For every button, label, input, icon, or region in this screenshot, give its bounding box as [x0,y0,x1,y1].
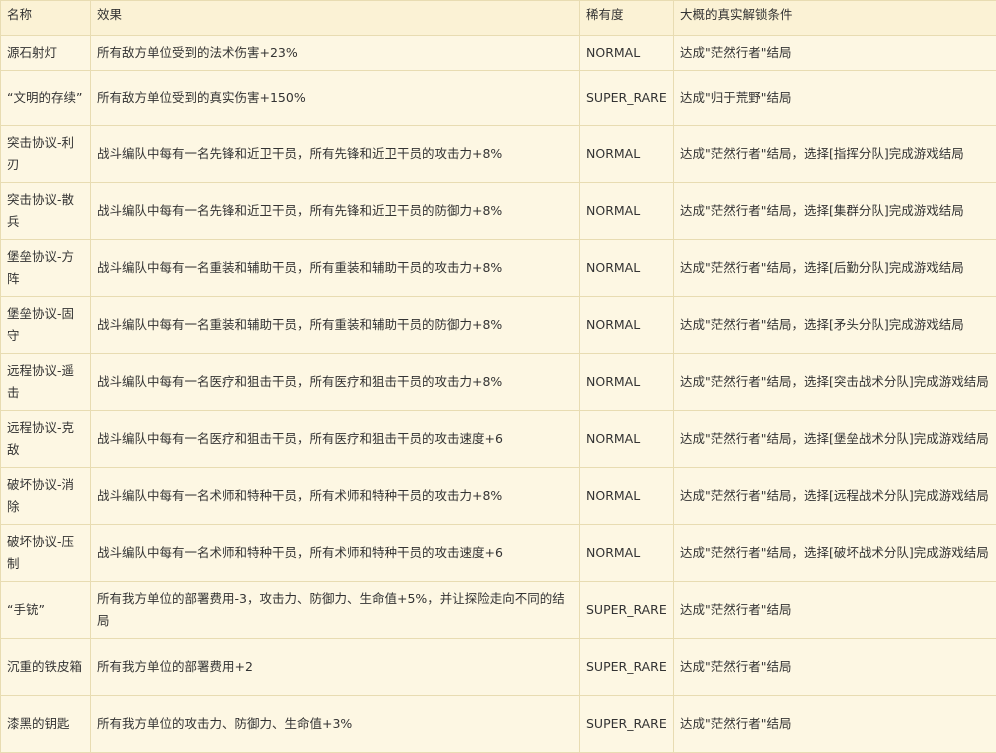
table-row: 堡垒协议-固守战斗编队中每有一名重装和辅助干员，所有重装和辅助干员的防御力+8%… [1,297,996,354]
cell-name: 突击协议-利刃 [1,126,91,183]
table-row: 沉重的铁皮箱所有我方单位的部署费用+2SUPER_RARE达成"茫然行者"结局 [1,639,996,696]
collectibles-table: 名称 效果 稀有度 大概的真实解锁条件 源石射灯所有敌方单位受到的法术伤害+23… [0,0,996,753]
cell-name: 堡垒协议-方阵 [1,240,91,297]
cell-effect: 所有我方单位的部署费用+2 [91,639,580,696]
cell-unlock-condition: 达成"茫然行者"结局，选择[远程战术分队]完成游戏结局 [674,468,996,525]
cell-unlock-condition: 达成"茫然行者"结局，选择[破坏战术分队]完成游戏结局 [674,525,996,582]
cell-unlock-condition: 达成"茫然行者"结局，选择[指挥分队]完成游戏结局 [674,126,996,183]
cell-unlock-condition: 达成"茫然行者"结局，选择[突击战术分队]完成游戏结局 [674,354,996,411]
cell-unlock-condition: 达成"茫然行者"结局 [674,582,996,639]
table-row: 突击协议-散兵战斗编队中每有一名先锋和近卫干员，所有先锋和近卫干员的防御力+8%… [1,183,996,240]
cell-name: “手铳” [1,582,91,639]
cell-unlock-condition: 达成"茫然行者"结局，选择[集群分队]完成游戏结局 [674,183,996,240]
cell-effect: 所有我方单位的部署费用-3，攻击力、防御力、生命值+5%，并让探险走向不同的结局 [91,582,580,639]
cell-name: 突击协议-散兵 [1,183,91,240]
cell-unlock-condition: 达成"茫然行者"结局 [674,696,996,753]
cell-rarity: NORMAL [580,411,674,468]
cell-effect: 战斗编队中每有一名医疗和狙击干员，所有医疗和狙击干员的攻击力+8% [91,354,580,411]
cell-effect: 战斗编队中每有一名先锋和近卫干员，所有先锋和近卫干员的攻击力+8% [91,126,580,183]
cell-unlock-condition: 达成"茫然行者"结局，选择[后勤分队]完成游戏结局 [674,240,996,297]
cell-effect: 所有敌方单位受到的法术伤害+23% [91,36,580,71]
cell-rarity: NORMAL [580,126,674,183]
cell-unlock-condition: 达成"茫然行者"结局，选择[矛头分队]完成游戏结局 [674,297,996,354]
header-unlock-condition: 大概的真实解锁条件 [674,1,996,36]
cell-unlock-condition: 达成"茫然行者"结局 [674,36,996,71]
table-row: 堡垒协议-方阵战斗编队中每有一名重装和辅助干员，所有重装和辅助干员的攻击力+8%… [1,240,996,297]
cell-effect: 战斗编队中每有一名重装和辅助干员，所有重装和辅助干员的防御力+8% [91,297,580,354]
cell-rarity: SUPER_RARE [580,696,674,753]
cell-rarity: NORMAL [580,525,674,582]
cell-effect: 所有我方单位的攻击力、防御力、生命值+3% [91,696,580,753]
cell-rarity: NORMAL [580,297,674,354]
table-row: 远程协议-遥击战斗编队中每有一名医疗和狙击干员，所有医疗和狙击干员的攻击力+8%… [1,354,996,411]
cell-name: 远程协议-遥击 [1,354,91,411]
cell-rarity: NORMAL [580,240,674,297]
header-rarity: 稀有度 [580,1,674,36]
table-row: “手铳”所有我方单位的部署费用-3，攻击力、防御力、生命值+5%，并让探险走向不… [1,582,996,639]
cell-effect: 战斗编队中每有一名术师和特种干员，所有术师和特种干员的攻击力+8% [91,468,580,525]
cell-rarity: NORMAL [580,354,674,411]
cell-effect: 战斗编队中每有一名先锋和近卫干员，所有先锋和近卫干员的防御力+8% [91,183,580,240]
table-row: 破坏协议-压制战斗编队中每有一名术师和特种干员，所有术师和特种干员的攻击速度+6… [1,525,996,582]
cell-name: “文明的存续” [1,71,91,126]
cell-name: 远程协议-克敌 [1,411,91,468]
table-row: 远程协议-克敌战斗编队中每有一名医疗和狙击干员，所有医疗和狙击干员的攻击速度+6… [1,411,996,468]
header-effect: 效果 [91,1,580,36]
cell-name: 源石射灯 [1,36,91,71]
table-row: “文明的存续”所有敌方单位受到的真实伤害+150%SUPER_RARE达成"归于… [1,71,996,126]
cell-unlock-condition: 达成"茫然行者"结局 [674,639,996,696]
cell-name: 沉重的铁皮箱 [1,639,91,696]
header-name: 名称 [1,1,91,36]
table-header-row: 名称 效果 稀有度 大概的真实解锁条件 [1,1,996,36]
cell-rarity: SUPER_RARE [580,639,674,696]
cell-unlock-condition: 达成"归于荒野"结局 [674,71,996,126]
cell-effect: 所有敌方单位受到的真实伤害+150% [91,71,580,126]
cell-unlock-condition: 达成"茫然行者"结局，选择[堡垒战术分队]完成游戏结局 [674,411,996,468]
cell-rarity: NORMAL [580,468,674,525]
cell-rarity: NORMAL [580,183,674,240]
cell-effect: 战斗编队中每有一名医疗和狙击干员，所有医疗和狙击干员的攻击速度+6 [91,411,580,468]
cell-name: 破坏协议-消除 [1,468,91,525]
cell-name: 破坏协议-压制 [1,525,91,582]
cell-rarity: SUPER_RARE [580,71,674,126]
cell-name: 堡垒协议-固守 [1,297,91,354]
table-row: 漆黑的钥匙所有我方单位的攻击力、防御力、生命值+3%SUPER_RARE达成"茫… [1,696,996,753]
cell-rarity: SUPER_RARE [580,582,674,639]
cell-effect: 战斗编队中每有一名术师和特种干员，所有术师和特种干员的攻击速度+6 [91,525,580,582]
table-row: 破坏协议-消除战斗编队中每有一名术师和特种干员，所有术师和特种干员的攻击力+8%… [1,468,996,525]
table-row: 突击协议-利刃战斗编队中每有一名先锋和近卫干员，所有先锋和近卫干员的攻击力+8%… [1,126,996,183]
cell-rarity: NORMAL [580,36,674,71]
table-row: 源石射灯所有敌方单位受到的法术伤害+23%NORMAL达成"茫然行者"结局 [1,36,996,71]
cell-name: 漆黑的钥匙 [1,696,91,753]
cell-effect: 战斗编队中每有一名重装和辅助干员，所有重装和辅助干员的攻击力+8% [91,240,580,297]
